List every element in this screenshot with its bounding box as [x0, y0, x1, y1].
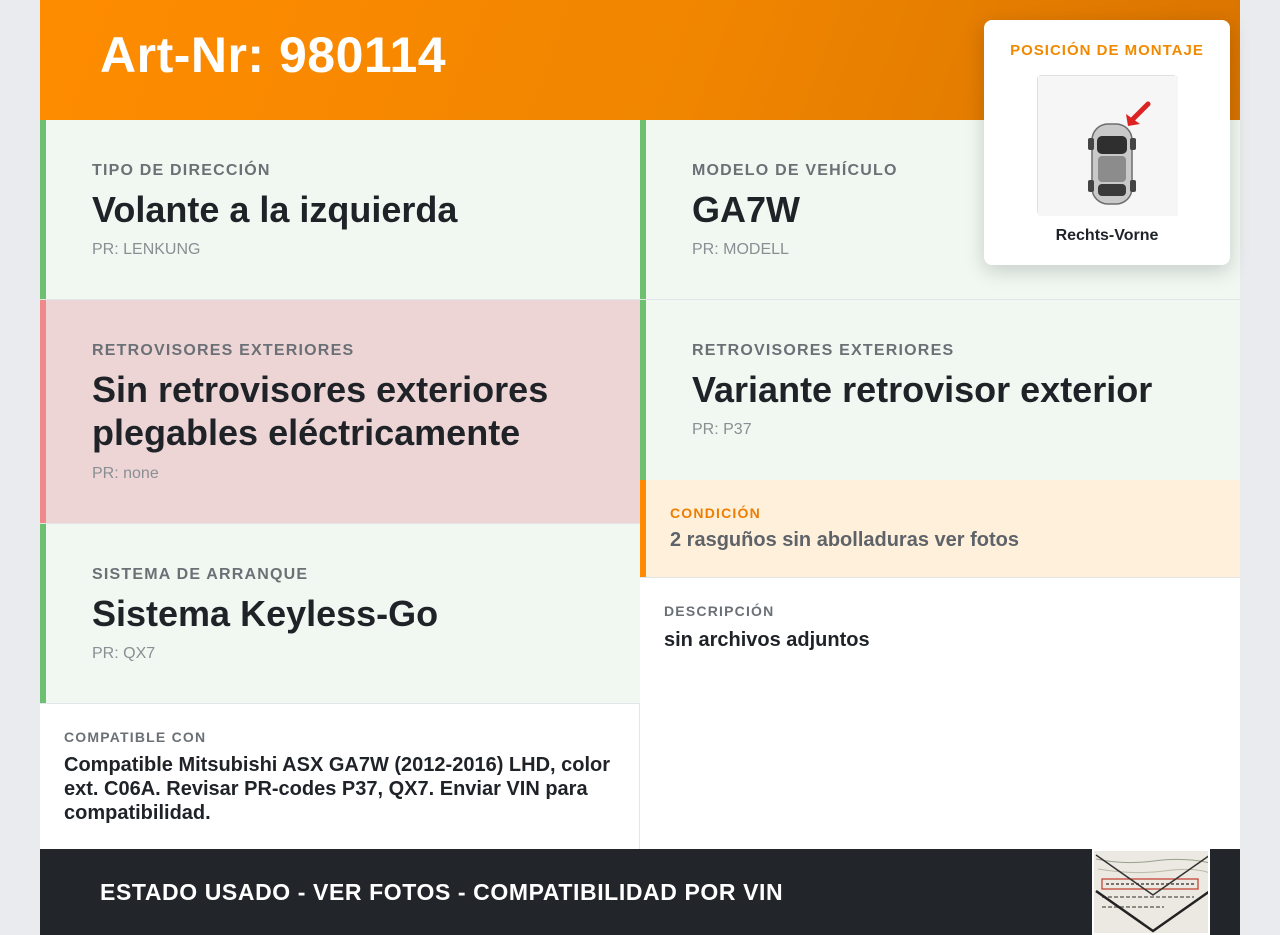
cell-pr-code: PR: MODELL [692, 241, 789, 258]
cell-label: MODELO DE VEHÍCULO [692, 162, 898, 179]
footer: ESTADO USADO - VER FOTOS - COMPATIBILIDA… [40, 849, 1240, 935]
cell-label: TIPO DE DIRECCIÓN [92, 162, 271, 179]
car-top-view-icon [1038, 76, 1178, 216]
steering-type-cell: TIPO DE DIRECCIÓN Volante a la izquierda… [40, 120, 640, 300]
condition-label: CONDICIÓN [670, 505, 761, 521]
mirrors-variant-cell: RETROVISORES EXTERIORES Variante retrovi… [640, 300, 1240, 480]
description-text: sin archivos adjuntos [664, 629, 870, 651]
cell-label: RETROVISORES EXTERIORES [92, 342, 355, 359]
footer-slogan: ESTADO USADO - VER FOTOS - COMPATIBILIDA… [100, 879, 784, 905]
cell-pr-code: PR: none [92, 465, 159, 482]
mount-position-caption: Rechts-Vorne [1055, 227, 1159, 244]
cell-label: RETROVISORES EXTERIORES [692, 342, 955, 359]
cell-value: Sin retrovisores exteriores plegables el… [92, 369, 549, 453]
compatible-label: COMPATIBLE CON [64, 729, 207, 745]
condition-box: CONDICIÓN 2 rasguños sin abolladuras ver… [640, 480, 1240, 577]
mirrors-missing-cell: RETROVISORES EXTERIORES Sin retrovisores… [40, 300, 640, 523]
cell-pr-code: PR: QX7 [92, 645, 156, 662]
document-photo-thumbnail-icon [1094, 851, 1208, 933]
cell-pr-code: PR: LENKUNG [92, 241, 201, 258]
mount-position-image[interactable] [1037, 75, 1178, 216]
cell-value: Volante a la izquierda [92, 189, 458, 230]
mount-position-card: POSICIÓN DE MONTAJE Rechts-Vorne [984, 20, 1230, 265]
cell-label: SISTEMA DE ARRANQUE [92, 566, 309, 583]
article-number-title: Art-Nr: 980114 [100, 27, 447, 83]
cell-value: Variante retrovisor exterior [692, 369, 1153, 410]
start-system-cell: SISTEMA DE ARRANQUE Sistema Keyless-Go P… [40, 524, 640, 704]
condition-text: 2 rasguños sin abolladuras ver fotos [670, 529, 1019, 551]
description-label: DESCRIPCIÓN [664, 603, 775, 619]
divider [639, 704, 640, 849]
cell-pr-code: PR: P37 [692, 421, 752, 438]
mount-position-title: POSICIÓN DE MONTAJE [1010, 42, 1204, 59]
divider [640, 577, 1240, 578]
cell-value: Sistema Keyless-Go [92, 593, 439, 634]
divider [40, 703, 640, 704]
compatible-text: Compatible Mitsubishi ASX GA7W (2012-201… [64, 754, 611, 824]
document-thumbnail[interactable] [1092, 849, 1210, 935]
